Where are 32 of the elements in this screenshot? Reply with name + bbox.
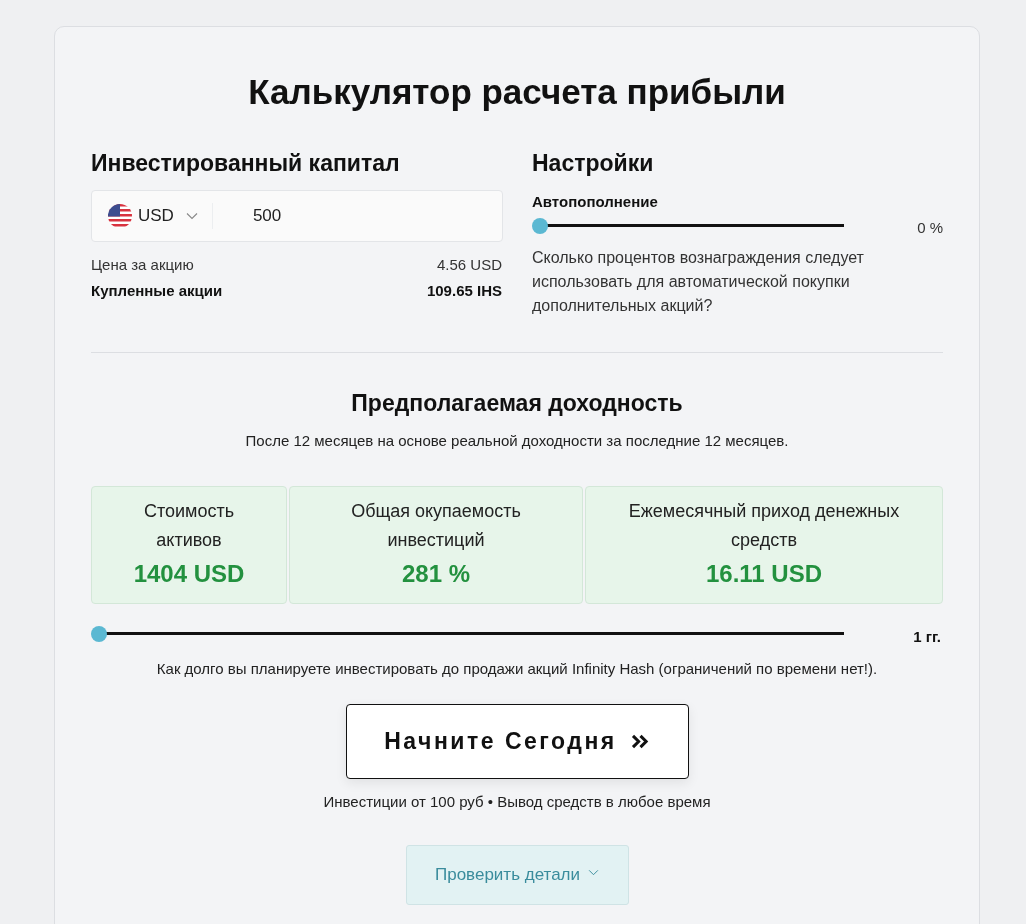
returns-subtitle: После 12 месяцев на основе реальной доходности за последние 12 месяцев.: [244, 431, 790, 451]
autofill-slider[interactable]: [532, 217, 844, 234]
start-today-button[interactable]: Начните Сегодня: [345, 704, 689, 779]
metric-value: 16.11 USD: [705, 559, 823, 589]
returns-heading: Предполагаемая доходность: [350, 389, 684, 417]
info-label: Цена за акцию: [91, 255, 194, 275]
calculator-title: Калькулятор расчета прибыли: [247, 72, 787, 112]
slider-thumb[interactable]: [532, 217, 548, 234]
info-value: 109.65 IHS: [426, 281, 502, 301]
slider-reading: 0 %: [916, 218, 944, 236]
metric-label: Ежемесячный приход денежных средств: [627, 500, 901, 552]
period-caption: Как долго вы планируете инвестировать до продажи акций Infinity Hash (ограничений по времени нет!).: [155, 659, 879, 679]
metric-value: 1404 USD: [133, 559, 245, 589]
chevron-down-icon: [185, 212, 198, 220]
currency-dropdown[interactable]: USD: [108, 204, 198, 228]
flag-icon: [108, 204, 132, 228]
metric-label: Общая окупаемость инвестиций: [350, 500, 522, 552]
metric-value: 281 %: [401, 559, 471, 589]
chevron-down-icon: [588, 868, 599, 876]
slider-reading: 1 гг.: [912, 627, 942, 645]
section-heading: Настройки: [532, 149, 655, 177]
double-chevron-icon: [630, 734, 650, 749]
slider-label: Автопополнение: [532, 192, 659, 212]
autofill-description: Сколько процентов вознаграждения следует использовать для автоматической покупки дополнительных акций?: [532, 248, 865, 316]
metric-label: Стоимость активов: [142, 500, 236, 552]
cta-note: Инвестиции от 100 руб • Вывод средств в любое время: [322, 792, 712, 812]
period-slider[interactable]: [91, 625, 844, 642]
slider-thumb[interactable]: [91, 625, 107, 642]
info-label: Купленные акции: [91, 281, 223, 301]
section-heading: Инвестированный капитал: [91, 149, 401, 177]
info-value: 4.56 USD: [436, 255, 502, 275]
amount-input-field[interactable]: USD 500: [91, 190, 503, 242]
